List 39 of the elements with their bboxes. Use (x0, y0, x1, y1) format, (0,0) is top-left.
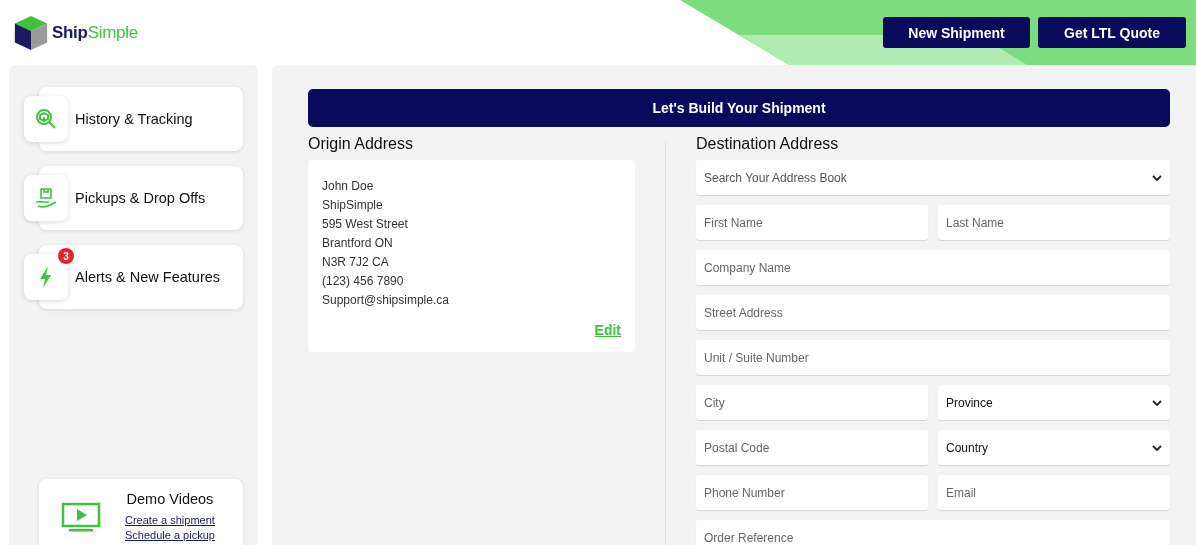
select-field[interactable]: Province (938, 385, 1170, 420)
input-field[interactable]: Street Address (696, 295, 1170, 330)
address-line: 595 West Street (322, 216, 409, 233)
section-heading: Destination Address (696, 135, 840, 153)
input-field[interactable]: City (696, 385, 928, 420)
video-link[interactable]: Schedule a pickup (125, 528, 215, 543)
select-field[interactable]: Country (938, 430, 1170, 465)
input-field[interactable]: Phone Number (696, 475, 928, 510)
chevron-down-icon (1152, 444, 1162, 451)
sidebar-item[interactable]: Alerts & New Features 3 (24, 245, 243, 309)
sidebar-item[interactable]: History & Tracking (24, 87, 243, 151)
sidebar-item[interactable]: Pickups & Drop Offs (24, 166, 243, 230)
form-banner: Let's Build Your Shipment (308, 89, 1170, 127)
address-line: Support@shipsimple.ca (322, 292, 450, 309)
cube-logo-icon (12, 13, 50, 52)
logo-text: ShipSimple (52, 22, 138, 43)
input-field[interactable]: Last Name (938, 205, 1170, 240)
address-line: ShipSimple (322, 197, 384, 214)
video-link[interactable]: Create a shipment (125, 513, 215, 528)
address-line: John Doe (322, 178, 375, 195)
input-field[interactable]: Company Name (696, 250, 1170, 285)
address-line: N3R 7J2 CA (322, 254, 390, 271)
input-field[interactable]: Email (938, 475, 1170, 510)
hand-package-icon (34, 186, 58, 210)
address-line: Brantford ON (322, 235, 394, 252)
chevron-down-icon (1152, 174, 1162, 181)
header-button[interactable]: Get LTL Quote (1038, 17, 1186, 48)
address-line: (123) 456 7890 (322, 273, 405, 290)
input-field[interactable]: Postal Code (696, 430, 928, 465)
video-play-icon (61, 502, 101, 532)
input-field[interactable]: Unit / Suite Number (696, 340, 1170, 375)
section-heading: Origin Address (308, 135, 414, 153)
box-search-icon (34, 107, 58, 131)
input-field[interactable]: Order Reference (696, 520, 1170, 545)
demo-title: Demo Videos (126, 491, 214, 507)
input-field[interactable]: First Name (696, 205, 928, 240)
chevron-down-icon (1152, 399, 1162, 406)
select-field[interactable]: Search Your Address Book (696, 160, 1170, 195)
header-button[interactable]: New Shipment (883, 17, 1030, 48)
